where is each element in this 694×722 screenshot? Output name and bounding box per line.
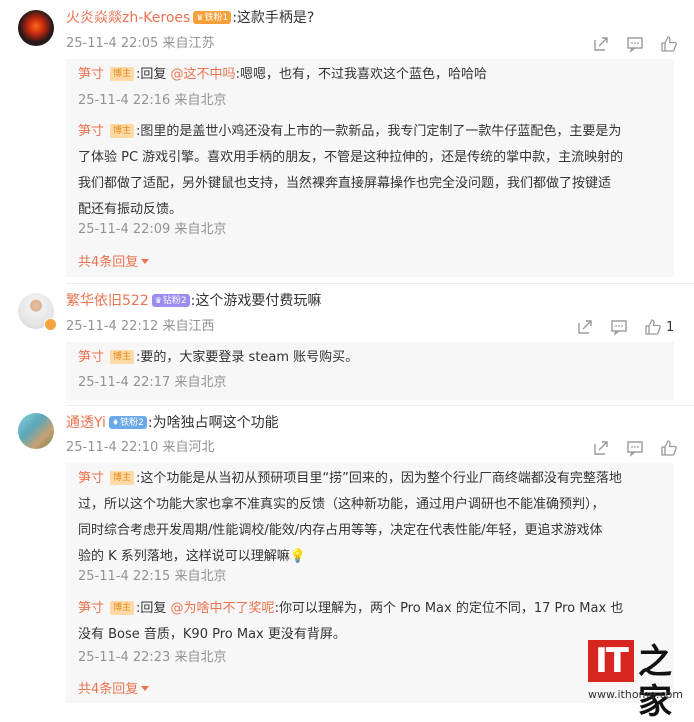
reply: 笋寸 博主:图里的是盖世小鸡还没有上市的一款新品，我专门定制了一款牛仔蓝配色，主要…	[78, 124, 624, 217]
reply-author[interactable]: 笋寸	[78, 350, 104, 365]
divider	[66, 283, 694, 284]
ithome-logo: IT	[588, 640, 634, 682]
fan-badge[interactable]: ♛铁粉1	[193, 11, 232, 24]
ithome-logo-glyph: 之家	[638, 642, 672, 722]
reply-meta: 25-11-4 22:23 来自北京	[78, 650, 227, 665]
author-tag: 博主	[110, 471, 135, 485]
like-icon[interactable]	[660, 35, 678, 53]
comment-icon[interactable]	[626, 439, 644, 457]
like-icon[interactable]	[660, 439, 678, 457]
author-tag: 博主	[110, 124, 135, 138]
reply-meta: 25-11-4 22:15 来自北京	[78, 569, 227, 584]
comment-actions: 1	[560, 317, 674, 337]
comment-text: :为啥独占啊这个功能	[147, 415, 279, 431]
comment-header: 火炎焱燚zh-Keroes ♛铁粉1:这款手柄是?	[66, 8, 314, 28]
comment-text: :这款手柄是?	[232, 10, 315, 26]
author-tag: 博主	[110, 601, 135, 615]
comment-text: :这个游戏要付费玩嘛	[190, 293, 322, 309]
reply: 笋寸 博主:这个功能是从当初从预研项目里“捞”回来的，因为整个行业厂商终端都没有完…	[78, 471, 622, 564]
ithome-watermark: IT 之家 www.ithome.com	[588, 640, 688, 722]
avatar[interactable]	[18, 10, 54, 46]
comment-header: 繁华依旧522 ♛钻粉2:这个游戏要付费玩嘛	[66, 291, 321, 311]
verified-icon	[44, 318, 57, 331]
like-icon[interactable]	[644, 318, 662, 336]
mention-link[interactable]: @这不中吗	[171, 67, 236, 82]
reply-author[interactable]: 笋寸	[78, 601, 104, 616]
like-count: 1	[666, 319, 675, 335]
reply-meta: 25-11-4 22:17 来自北京	[78, 375, 227, 390]
reply-author[interactable]: 笋寸	[78, 471, 104, 486]
username[interactable]: 通透Yi	[66, 415, 106, 431]
reply-author[interactable]: 笋寸	[78, 124, 104, 139]
comment-icon[interactable]	[626, 35, 644, 53]
divider	[66, 405, 694, 406]
mention-link[interactable]: @为啥中不了奖呢	[171, 601, 275, 616]
reply: 笋寸 博主:回复 @这不中吗:嗯嗯，也有，不过我喜欢这个蓝色，哈哈哈	[78, 67, 487, 82]
username[interactable]: 繁华依旧522	[66, 293, 149, 309]
comment-meta: 25-11-4 22:10 来自河北	[66, 440, 215, 455]
author-tag: 博主	[110, 67, 135, 81]
comment-meta: 25-11-4 22:05 来自江苏	[66, 36, 215, 51]
comment-actions	[576, 34, 678, 54]
reply-author[interactable]: 笋寸	[78, 67, 104, 82]
more-replies-link[interactable]: 共4条回复	[78, 681, 150, 699]
share-icon[interactable]	[592, 439, 610, 457]
reply: 笋寸 博主:要的，大家要登录 steam 账号购买。	[78, 350, 359, 365]
reply-meta: 25-11-4 22:09 来自北京	[78, 222, 227, 237]
comment-meta: 25-11-4 22:12 来自江西	[66, 319, 215, 334]
watermark-url: www.ithome.com	[588, 688, 684, 701]
username[interactable]: 火炎焱燚zh-Keroes	[66, 10, 190, 26]
comment-actions	[576, 438, 678, 458]
author-tag: 博主	[110, 350, 135, 364]
chevron-down-icon	[141, 259, 150, 264]
comment-header: 通透Yi ♦铁粉2:为啥独占啊这个功能	[66, 413, 279, 433]
share-icon[interactable]	[592, 35, 610, 53]
comment-icon[interactable]	[610, 318, 628, 336]
more-replies-link[interactable]: 共4条回复	[78, 254, 150, 272]
avatar[interactable]	[18, 413, 54, 449]
share-icon[interactable]	[576, 318, 594, 336]
reply-meta: 25-11-4 22:16 来自北京	[78, 93, 227, 108]
fan-badge[interactable]: ♦铁粉2	[108, 416, 147, 429]
chevron-down-icon	[141, 686, 150, 691]
fan-badge[interactable]: ♛钻粉2	[151, 294, 190, 307]
